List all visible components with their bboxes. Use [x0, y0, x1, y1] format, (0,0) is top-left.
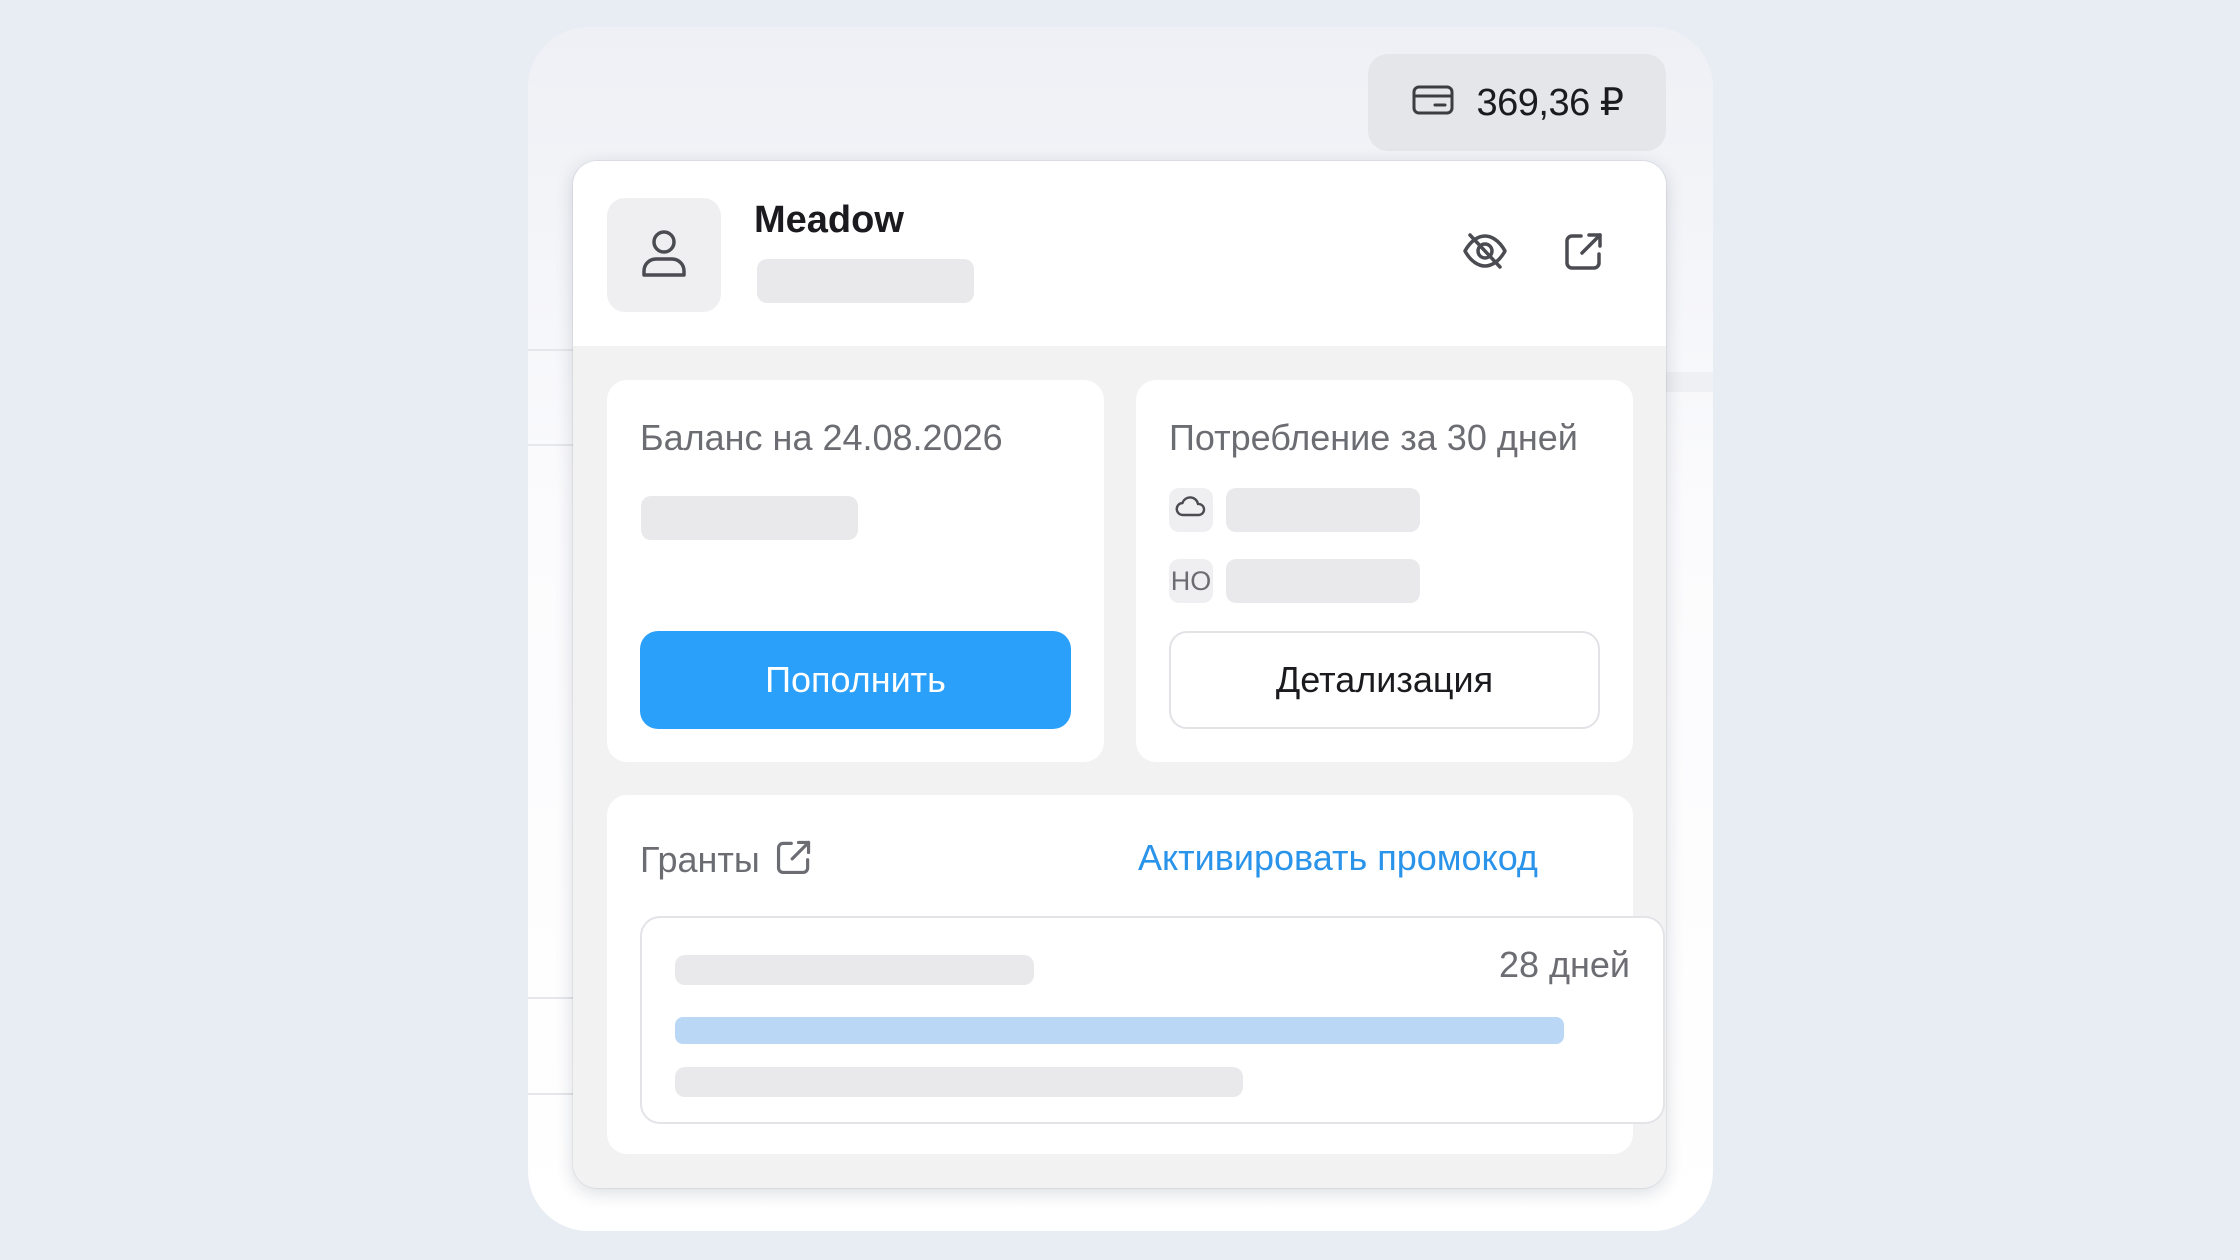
- cloud-tag: [1169, 488, 1213, 532]
- details-button[interactable]: Детализация: [1169, 631, 1600, 729]
- service-tag: НО: [1169, 559, 1213, 603]
- background-divider: [528, 444, 574, 446]
- background-divider: [528, 997, 574, 999]
- grant-amount-placeholder: [675, 1067, 1243, 1097]
- cloud-consumption-placeholder: [1226, 488, 1420, 532]
- hide-balance-button[interactable]: [1455, 223, 1515, 283]
- background-band: [1658, 372, 1713, 392]
- account-id-placeholder: [757, 259, 974, 303]
- balance-title: Баланс на 24.08.2026: [640, 417, 1003, 458]
- external-link-icon: [774, 837, 814, 882]
- consumption-card: Потребление за 30 дней НО Детализация: [1136, 380, 1633, 762]
- grant-progress-fill: [675, 1017, 1564, 1044]
- grant-name-placeholder: [675, 955, 1034, 985]
- service-consumption-placeholder: [1226, 559, 1420, 603]
- top-up-button[interactable]: Пополнить: [640, 631, 1071, 729]
- grant-days-left: 28 дней: [1498, 944, 1630, 985]
- balance-amount: 369,36 ₽: [1476, 82, 1624, 124]
- balance-button[interactable]: 369,36 ₽: [1368, 54, 1666, 151]
- credit-card-icon: [1411, 83, 1455, 122]
- activate-promo-link[interactable]: Активировать промокод: [1138, 837, 1538, 879]
- cloud-icon: [1175, 495, 1207, 526]
- grants-card: Гранты Активировать промокод 28 дней: [607, 795, 1665, 1154]
- balance-card: Баланс на 24.08.2026 Пополнить: [607, 380, 1104, 762]
- account-popup: Meadow Баланс на 24.08.2026 Пополнить По…: [573, 161, 1666, 1188]
- account-name: Meadow: [754, 199, 904, 241]
- grants-header[interactable]: Гранты: [640, 837, 814, 882]
- background-divider: [528, 1093, 574, 1095]
- balance-value-placeholder: [641, 496, 858, 540]
- external-link-icon: [1562, 229, 1606, 278]
- background-divider: [528, 349, 574, 351]
- user-icon: [636, 225, 692, 286]
- avatar: [607, 198, 721, 312]
- grants-title: Гранты: [640, 838, 760, 880]
- grant-progress-bar: [675, 1017, 1564, 1044]
- open-account-button[interactable]: [1554, 223, 1614, 283]
- eye-off-icon: [1461, 227, 1509, 280]
- consumption-title: Потребление за 30 дней: [1169, 417, 1578, 458]
- grant-item[interactable]: 28 дней: [640, 916, 1665, 1124]
- account-header: Meadow: [573, 161, 1666, 346]
